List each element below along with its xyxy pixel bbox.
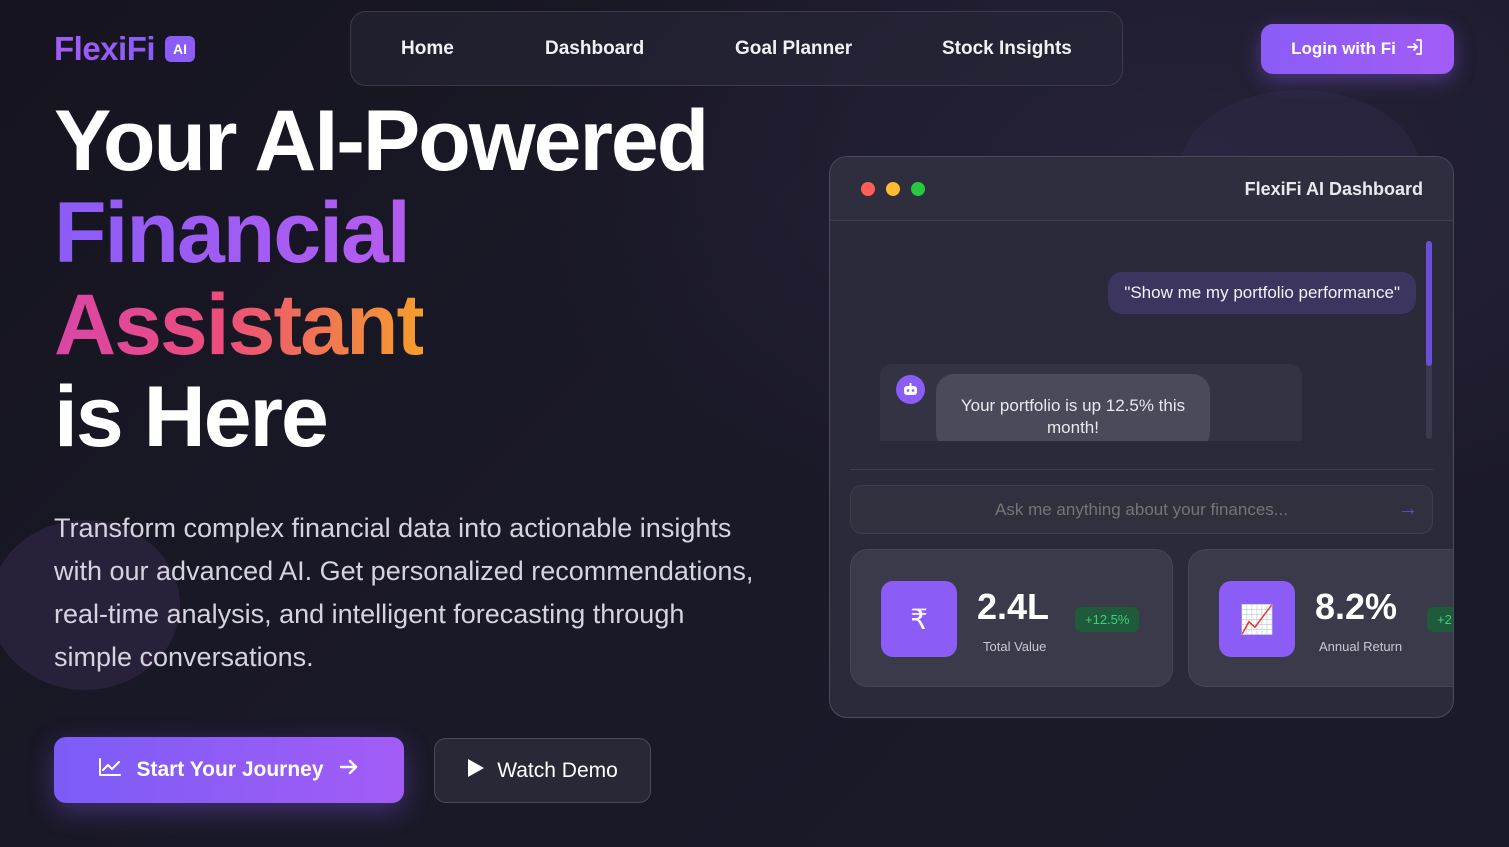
window-titlebar: FlexiFi AI Dashboard bbox=[830, 157, 1453, 221]
window-maximize-dot bbox=[911, 182, 925, 196]
hero-heading-line1: Your AI-Powered bbox=[54, 93, 709, 189]
window-minimize-dot bbox=[886, 182, 900, 196]
ask-finances-input[interactable] bbox=[850, 485, 1433, 534]
stat-card-annual-return: 📈 8.2% Annual Return +2.1% bbox=[1188, 549, 1453, 687]
stat-value: 8.2% bbox=[1315, 586, 1398, 627]
chat-scrollbar[interactable] bbox=[1426, 241, 1432, 439]
hero-subtitle: Transform complex financial data into ac… bbox=[54, 513, 754, 672]
dashboard-title: FlexiFi AI Dashboard bbox=[1244, 179, 1423, 199]
nav-goal-planner[interactable]: Goal Planner bbox=[735, 38, 852, 60]
login-arrow-icon bbox=[1406, 38, 1424, 61]
login-button[interactable]: Login with Fi bbox=[1261, 24, 1454, 74]
robot-icon bbox=[896, 375, 925, 404]
nav-dashboard[interactable]: Dashboard bbox=[545, 38, 644, 60]
bot-chat-message: Your portfolio is up 12.5% this month! bbox=[936, 374, 1210, 441]
hero-heading-line4: is Here bbox=[54, 369, 329, 465]
brand-logo[interactable]: FlexiFi AI bbox=[54, 30, 196, 68]
stat-change-badge: +2.1% bbox=[1427, 607, 1453, 632]
chat-divider bbox=[850, 469, 1433, 470]
stat-change-badge: +12.5% bbox=[1075, 607, 1140, 632]
watch-demo-label: Watch Demo bbox=[497, 758, 618, 782]
hero-heading-line3: Assistant bbox=[54, 277, 425, 373]
stat-label: Annual Return bbox=[1319, 639, 1403, 654]
stat-value: 2.4L bbox=[977, 586, 1050, 627]
chat-area[interactable]: "Show me my portfolio performance" Your … bbox=[880, 241, 1435, 441]
nav-home[interactable]: Home bbox=[401, 38, 454, 60]
window-close-dot bbox=[861, 182, 875, 196]
login-button-label: Login with Fi bbox=[1291, 39, 1396, 58]
logo-ai-badge: AI bbox=[165, 36, 196, 62]
dashboard-preview-window: FlexiFi AI Dashboard "Show me my portfol… bbox=[829, 156, 1454, 718]
chart-increasing-icon: 📈 bbox=[1219, 581, 1295, 657]
send-arrow-icon[interactable]: → bbox=[1398, 498, 1418, 521]
arrow-right-icon bbox=[338, 757, 360, 783]
play-icon bbox=[467, 758, 485, 784]
watch-demo-button[interactable]: Watch Demo bbox=[434, 738, 651, 803]
nav-stock-insights[interactable]: Stock Insights bbox=[942, 38, 1072, 60]
hero-heading-line2: Financial bbox=[54, 185, 411, 281]
chart-line-icon bbox=[98, 757, 122, 783]
stat-label: Total Value bbox=[983, 639, 1047, 654]
bot-message-row: Your portfolio is up 12.5% this month! bbox=[880, 364, 1302, 441]
start-journey-label: Start Your Journey bbox=[136, 758, 324, 781]
stat-card-total-value: ₹ 2.4L Total Value +12.5% bbox=[850, 549, 1173, 687]
rupee-icon: ₹ bbox=[881, 581, 957, 657]
chat-scrollbar-thumb[interactable] bbox=[1426, 241, 1432, 366]
user-chat-message: "Show me my portfolio performance" bbox=[1108, 272, 1416, 314]
logo-text: FlexiFi bbox=[54, 30, 156, 67]
start-journey-button[interactable]: Start Your Journey bbox=[54, 737, 404, 803]
main-nav: Home Dashboard Goal Planner Stock Insigh… bbox=[350, 11, 1123, 86]
